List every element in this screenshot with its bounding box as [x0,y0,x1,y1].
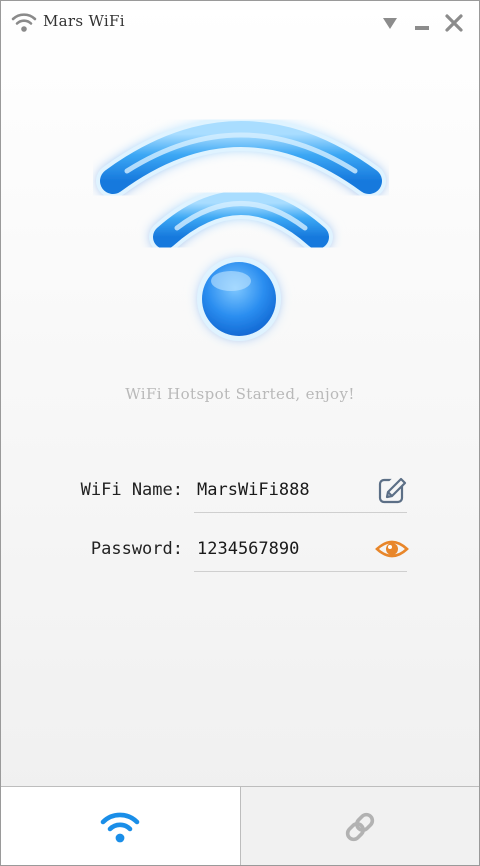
window-title: Mars WiFi [43,12,125,30]
wifi-name-value[interactable]: MarsWiFi888 [197,480,310,500]
eye-icon [375,540,409,558]
edit-name-button[interactable] [375,474,409,506]
close-icon [445,14,463,32]
dropdown-button[interactable] [379,12,401,34]
bottom-tab-bar [1,786,479,865]
show-password-button[interactable] [375,533,409,565]
password-value[interactable]: 1234567890 [197,539,299,559]
tab-hotspot[interactable] [1,787,240,865]
title-bar[interactable]: Mars WiFi [1,1,479,45]
wifi-name-underline [194,512,407,513]
window-controls [379,11,465,35]
minimize-icon [415,26,429,30]
wifi-icon [100,812,140,842]
minimize-button[interactable] [411,12,433,34]
app-window: Mars WiFi WiFi Hotspot Started, enjoy! W… [0,0,480,866]
wifi-name-label: WiFi Name: [80,480,183,500]
tab-connections[interactable] [239,787,479,865]
close-button[interactable] [443,12,465,34]
wifi-icon [11,13,37,32]
password-row: Password: 1234567890 [1,527,479,573]
password-label: Password: [90,539,183,559]
password-underline [194,571,407,572]
wifi-name-row: WiFi Name: MarsWiFi888 [1,468,479,514]
edit-icon [378,475,407,504]
link-icon [345,812,374,841]
hotspot-status-text: WiFi Hotspot Started, enjoy! [125,385,355,403]
wifi-large-icon [96,117,386,341]
triangle-down-icon [383,18,397,29]
